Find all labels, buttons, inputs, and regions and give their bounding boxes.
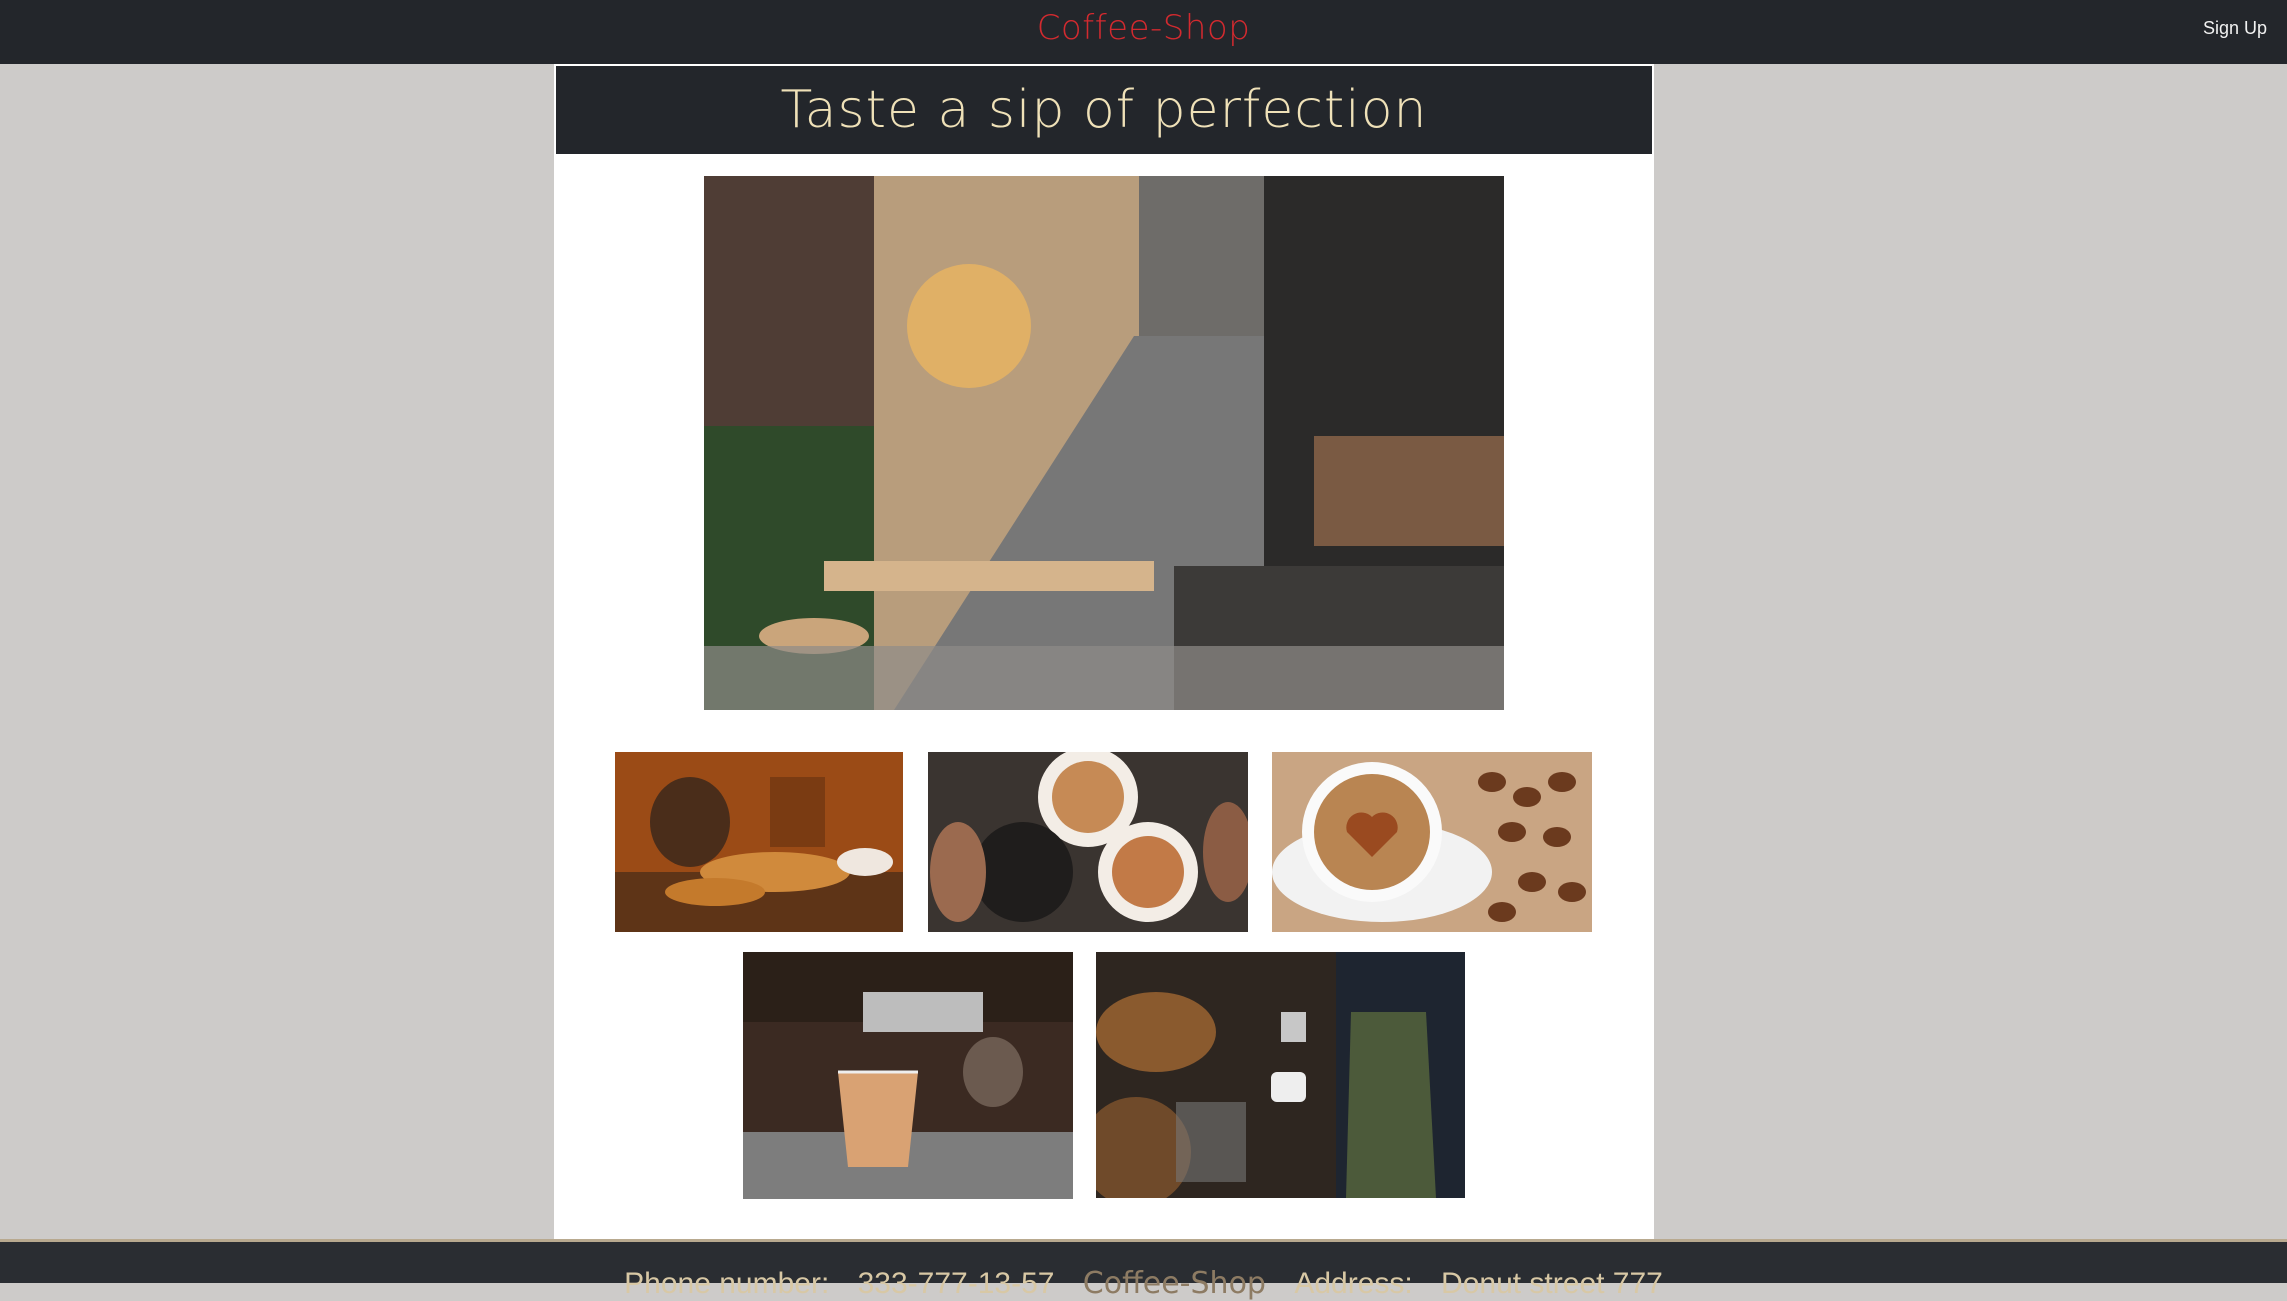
- espresso-pour-image: [743, 952, 1073, 1199]
- cafe-interior-image: [704, 176, 1504, 710]
- page-title: Taste a sip of perfection: [556, 66, 1652, 154]
- phone-label: Phone number:: [624, 1267, 830, 1300]
- address-label: Address:: [1294, 1267, 1413, 1300]
- address-value: Donut street 777: [1441, 1267, 1663, 1300]
- barista-pouring-image: [1096, 952, 1465, 1198]
- main-content: Taste a sip of perfection: [554, 64, 1654, 1239]
- brand-logo-text[interactable]: Coffee-Shop: [0, 8, 2287, 48]
- footer-brand[interactable]: Coffee-Shop: [1083, 1266, 1266, 1301]
- coffee-pastries-image: [615, 752, 903, 932]
- footer: Phone number: 333-777-13-57 Coffee-Shop …: [0, 1239, 2287, 1301]
- sign-up-link[interactable]: Sign Up: [2203, 18, 2267, 39]
- phone-number[interactable]: 333-777-13-57: [858, 1267, 1055, 1300]
- top-navbar: Coffee-Shop Sign Up: [0, 0, 2287, 64]
- heart-cappuccino-image: [1272, 752, 1592, 932]
- latte-cups-image: [928, 752, 1248, 932]
